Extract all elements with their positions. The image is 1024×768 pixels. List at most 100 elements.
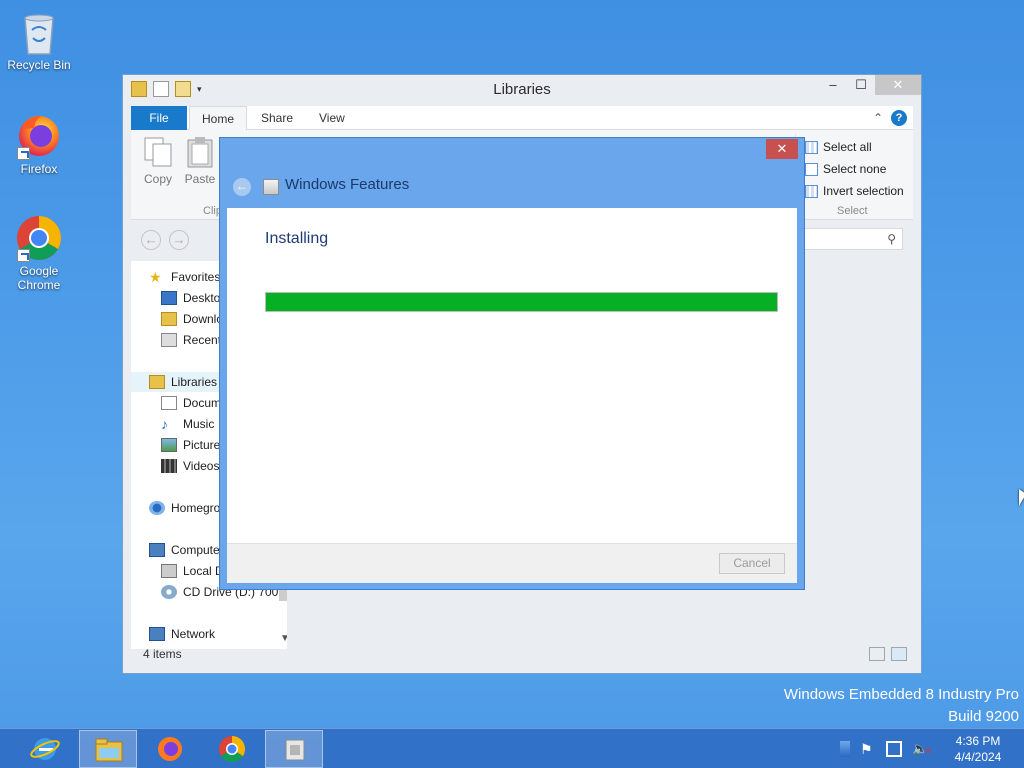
window-title: Libraries [493,81,551,98]
internet-explorer-icon [30,735,60,763]
file-explorer-icon [94,736,124,764]
nav-music[interactable]: ♪ Music [161,414,214,434]
back-arrow-icon[interactable]: ← [233,178,251,196]
dialog-body: Installing [227,208,797,543]
nav-desktop[interactable]: Desktop [161,288,227,308]
cd-drive-icon [161,585,177,599]
recycle-bin-icon [15,8,63,56]
nav-computer[interactable]: Compute [149,540,220,560]
dialog-close-button[interactable]: ✕ [766,139,798,159]
chevron-up-icon[interactable]: ⌃ [873,111,883,125]
large-icons-view-icon[interactable] [891,647,907,661]
local-disk-icon [161,564,177,578]
windows-features-icon [263,179,279,195]
recycle-bin-label: Recycle Bin [7,58,71,72]
windows-features-dialog: ✕ ← Windows Features Installing Cancel [219,137,805,590]
star-icon: ★ [149,269,162,285]
copy-icon [143,136,173,168]
nav-network[interactable]: Network [149,624,215,644]
firefox-icon [155,735,185,763]
details-view-icon[interactable] [869,647,885,661]
maximize-button[interactable]: ☐ [847,75,875,95]
installing-heading: Installing [265,230,329,247]
dialog-header: ← Windows Features [227,162,797,208]
search-icon: ⚲ [887,232,896,246]
nav-homegroup[interactable]: Homegro [149,498,220,518]
os-watermark: Windows Embedded 8 Industry Pro Build 92… [784,684,1019,728]
tab-view[interactable]: View [307,106,357,130]
nav-documents[interactable]: Docum [161,393,221,413]
taskbar-file-explorer[interactable] [79,730,137,768]
tab-file[interactable]: File [131,106,187,130]
taskbar-internet-explorer[interactable] [16,730,74,768]
dialog-footer: Cancel [227,543,797,583]
close-button[interactable]: ✕ [875,75,921,95]
select-group: Select all Select none Invert selection [805,136,904,202]
mouse-cursor-icon [1019,489,1024,506]
clock[interactable]: 4:36 PM 4/4/2024 [938,733,1018,765]
firefox-label: Firefox [20,162,58,176]
tab-share[interactable]: Share [249,106,305,130]
progress-fill [266,293,777,311]
invert-selection-button[interactable]: Invert selection [805,180,904,202]
nav-recent[interactable]: Recent [161,330,221,350]
dialog-title: Windows Features [285,176,410,193]
select-none-icon [805,162,818,176]
invert-selection-icon [805,184,818,198]
chrome-icon [217,735,247,763]
action-center-flag-icon[interactable]: ⚑ [860,741,876,757]
nav-local-disk[interactable]: Local D [161,561,224,581]
paste-icon [185,136,215,168]
minimize-button[interactable]: – [819,75,847,95]
nav-pictures[interactable]: Picture [161,435,220,455]
show-hidden-icons-icon[interactable] [840,741,850,757]
forward-button[interactable]: → [169,230,189,250]
desktop-icon-chrome[interactable]: Google Chrome [1,214,77,292]
windows-features-icon [280,736,310,764]
nav-favorites[interactable]: ★ Favorites [149,267,220,287]
taskbar-chrome[interactable] [203,730,261,768]
clock-time: 4:36 PM [955,734,1001,748]
search-input[interactable]: ⚲ [799,228,903,250]
desktop-icon-firefox[interactable]: Firefox [1,112,77,176]
help-icon[interactable]: ? [891,110,907,126]
os-edition: Windows Embedded 8 Industry Pro [783,686,1019,703]
network-icon [149,627,165,641]
nav-downloads[interactable]: Downlo [161,309,223,329]
nav-libraries[interactable]: Libraries [149,372,217,392]
system-tray: ⚑ 🔈 ✕ 4:36 PM 4/4/2024 [840,729,1024,768]
select-none-button[interactable]: Select none [805,158,904,180]
shortcut-arrow-icon [17,147,30,160]
homegroup-icon [149,501,165,515]
downloads-icon [161,312,177,326]
computer-icon [149,543,165,557]
desktop-icon-recycle-bin[interactable]: Recycle Bin [1,8,77,72]
install-progress-bar [265,292,778,312]
firefox-icon [15,112,63,160]
libraries-icon [149,375,165,389]
taskbar-firefox[interactable] [141,730,199,768]
clock-date: 4/4/2024 [954,750,1002,764]
select-group-label: Select [837,205,868,217]
ribbon-tabs: File Home Share View ⌃ ? [131,106,913,131]
copy-button[interactable]: Copy [137,136,179,186]
status-bar: 4 items [131,643,913,665]
taskbar: ⚑ 🔈 ✕ 4:36 PM 4/4/2024 [0,728,1024,768]
window-controls: – ☐ ✕ [819,75,921,95]
taskbar-windows-features[interactable] [265,730,323,768]
nav-videos[interactable]: Videos [161,456,219,476]
network-icon[interactable] [886,741,902,757]
music-icon: ♪ [161,416,168,432]
desktop-icon [161,291,177,305]
pictures-icon [161,438,177,452]
volume-muted-icon[interactable]: 🔈 ✕ [912,741,932,757]
tab-home[interactable]: Home [189,106,248,131]
back-button[interactable]: ← [141,230,161,250]
chrome-icon [15,214,63,262]
cancel-button[interactable]: Cancel [719,553,785,574]
select-all-button[interactable]: Select all [805,136,904,158]
select-all-icon [805,140,818,154]
videos-icon [161,459,177,473]
paste-button[interactable]: Paste [179,136,221,186]
item-count: 4 items [143,647,182,661]
